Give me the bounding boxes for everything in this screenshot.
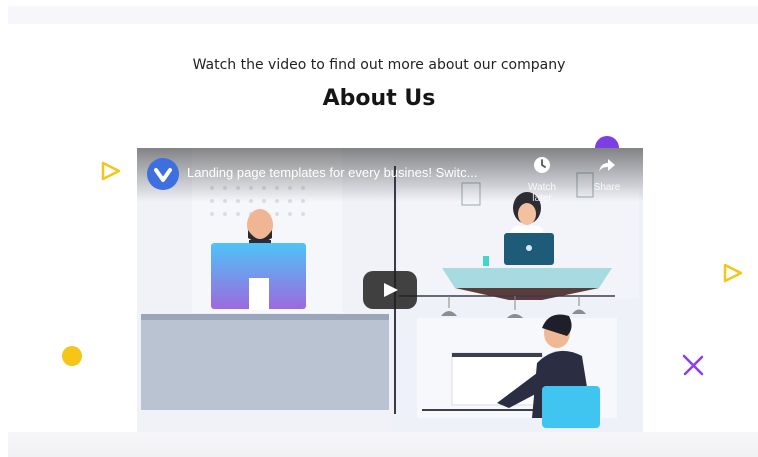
triangle-decoration-right <box>723 263 743 283</box>
share-label: Share <box>593 182 621 193</box>
play-icon <box>384 283 398 297</box>
share-arrow-icon <box>599 159 615 172</box>
top-strip <box>8 6 758 24</box>
video-title-link[interactable]: Landing page templates for every busines… <box>187 165 478 180</box>
circle-decoration-yellow <box>62 346 82 366</box>
cross-decoration-purple <box>682 354 704 376</box>
triangle-decoration-left <box>101 161 121 181</box>
section-title: About Us <box>322 86 436 111</box>
play-button[interactable] <box>363 271 417 309</box>
bottom-strip <box>8 432 758 457</box>
section-subtitle: Watch the video to find out more about o… <box>192 57 566 73</box>
channel-logo-icon[interactable] <box>147 158 179 190</box>
video-player[interactable]: Landing page templates for every busines… <box>137 148 643 432</box>
watch-later-button[interactable]: Watch later <box>517 156 567 204</box>
share-button[interactable]: Share <box>582 156 632 193</box>
clock-icon <box>534 157 550 173</box>
watch-later-label: Watch later <box>528 182 556 204</box>
